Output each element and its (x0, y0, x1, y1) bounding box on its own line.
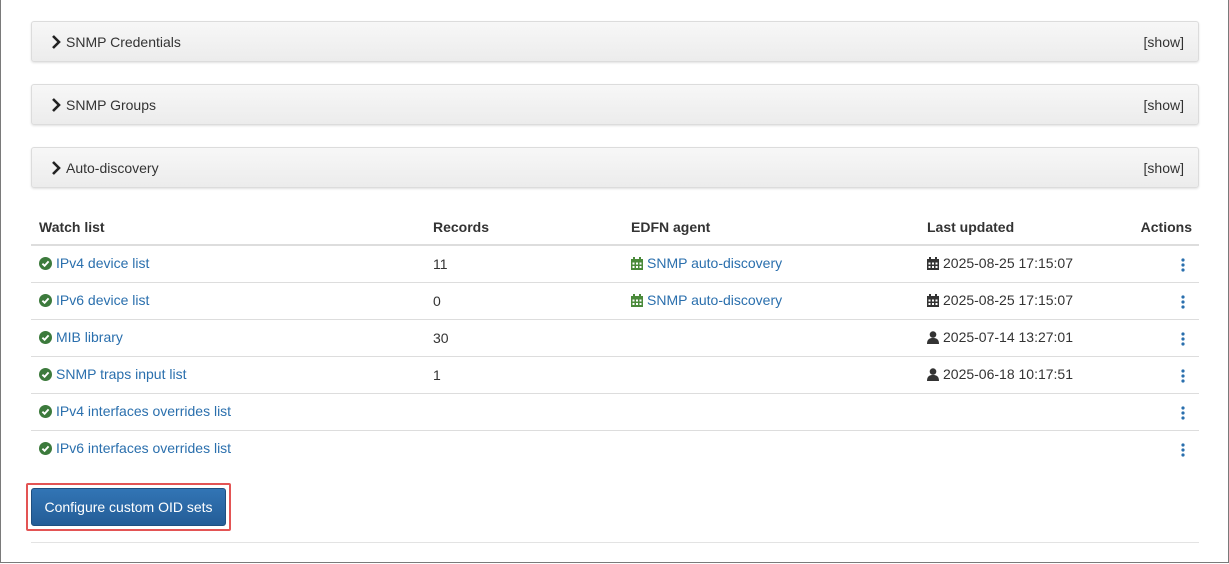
cell-records (425, 430, 623, 467)
table-header-row: Watch list Records EDFN agent Last updat… (31, 209, 1199, 246)
user-icon (927, 367, 939, 384)
last-updated-text: 2025-06-18 10:17:51 (943, 365, 1073, 382)
cell-actions (1119, 282, 1199, 320)
cell-records: 30 (425, 319, 623, 357)
cell-edfn-agent: SNMP auto-discovery (623, 245, 919, 283)
cell-records: 0 (425, 282, 623, 320)
panel-title: Auto-discovery (66, 160, 159, 176)
cell-last-updated (919, 393, 1119, 431)
cell-last-updated: 2025-07-14 13:27:01 (919, 319, 1119, 357)
cell-records: 1 (425, 356, 623, 394)
cell-last-updated: 2025-08-25 17:15:07 (919, 245, 1119, 283)
watch-list-link[interactable]: IPv6 device list (56, 292, 149, 308)
check-circle-icon (39, 367, 52, 384)
table-row: MIB library 30 2025-07-14 13:27:01 (31, 319, 1199, 357)
watch-list-link[interactable]: IPv4 device list (56, 255, 149, 271)
last-updated-text: 2025-08-25 17:15:07 (943, 291, 1073, 308)
cell-edfn-agent (623, 430, 919, 467)
cell-last-updated: 2025-08-25 17:15:07 (919, 282, 1119, 320)
table-row: IPv6 interfaces overrides list (31, 430, 1199, 467)
chevron-right-icon (52, 161, 61, 175)
check-circle-icon (39, 441, 52, 458)
cell-watch-list: IPv6 device list (31, 282, 425, 320)
divider (31, 542, 1199, 543)
kebab-menu-icon[interactable] (1179, 256, 1187, 272)
last-updated-text: 2025-07-14 13:27:01 (943, 328, 1073, 345)
watch-list-table: Watch list Records EDFN agent Last updat… (31, 209, 1199, 467)
check-circle-icon (39, 293, 52, 310)
kebab-menu-icon[interactable] (1179, 292, 1187, 309)
panel-snmp-credentials[interactable]: SNMP Credentials [show] (31, 21, 1199, 62)
last-updated-text: 2025-08-25 17:15:07 (943, 254, 1073, 271)
cell-actions (1119, 356, 1199, 394)
check-circle-icon (39, 330, 52, 347)
cell-last-updated: 2025-06-18 10:17:51 (919, 356, 1119, 394)
cell-actions (1119, 319, 1199, 357)
cell-last-updated (919, 430, 1119, 467)
watch-list-link[interactable]: IPv4 interfaces overrides list (56, 403, 231, 419)
watch-list-link[interactable]: MIB library (56, 329, 123, 345)
cell-edfn-agent (623, 393, 919, 431)
edfn-agent-link[interactable]: SNMP auto-discovery (647, 255, 782, 271)
kebab-menu-icon[interactable] (1179, 441, 1187, 457)
panel-show-toggle[interactable]: [show] (1144, 97, 1184, 113)
kebab-menu-icon[interactable] (1179, 403, 1187, 420)
kebab-menu-icon[interactable] (1179, 329, 1187, 346)
table-row: IPv4 device list 11 SNMP auto-discovery 202… (31, 245, 1199, 283)
cell-edfn-agent (623, 356, 919, 394)
panel-auto-discovery[interactable]: Auto-discovery [show] (31, 147, 1199, 188)
header-last-updated: Last updated (919, 209, 1119, 246)
panel-title: SNMP Groups (66, 97, 156, 113)
edfn-agent-link[interactable]: SNMP auto-discovery (647, 292, 782, 308)
cell-actions (1119, 245, 1199, 283)
header-watch-list: Watch list (31, 209, 425, 246)
cell-watch-list: IPv4 device list (31, 245, 425, 283)
table-row: IPv6 device list 0 SNMP auto-discovery 2025… (31, 282, 1199, 320)
kebab-menu-icon[interactable] (1179, 366, 1187, 383)
cell-watch-list: IPv4 interfaces overrides list (31, 393, 425, 431)
highlight-box: Configure custom OID sets (26, 483, 231, 531)
chevron-right-icon (52, 35, 61, 49)
table-row: IPv4 interfaces overrides list (31, 393, 1199, 431)
cell-edfn-agent (623, 319, 919, 357)
configure-custom-oid-sets-button[interactable]: Configure custom OID sets (31, 488, 226, 526)
header-actions: Actions (1119, 209, 1199, 246)
panel-show-toggle[interactable]: [show] (1144, 34, 1184, 50)
cell-actions (1119, 393, 1199, 431)
user-icon (927, 330, 939, 347)
calendar-icon (927, 293, 939, 310)
cell-actions (1119, 430, 1199, 467)
panel-snmp-groups[interactable]: SNMP Groups [show] (31, 84, 1199, 125)
panel-title: SNMP Credentials (66, 34, 181, 50)
table-row: SNMP traps input list 1 2025-06-18 10:17:5… (31, 356, 1199, 394)
header-edfn-agent: EDFN agent (623, 209, 919, 246)
check-circle-icon (39, 256, 52, 273)
calendar-icon (631, 256, 643, 273)
watch-list-link[interactable]: IPv6 interfaces overrides list (56, 440, 231, 456)
panel-show-toggle[interactable]: [show] (1144, 160, 1184, 176)
cell-edfn-agent: SNMP auto-discovery (623, 282, 919, 320)
calendar-icon (927, 256, 939, 273)
cell-records: 11 (425, 245, 623, 283)
cell-watch-list: MIB library (31, 319, 425, 357)
chevron-right-icon (52, 98, 61, 112)
header-records: Records (425, 209, 623, 246)
cell-watch-list: IPv6 interfaces overrides list (31, 430, 425, 467)
watch-list-link[interactable]: SNMP traps input list (56, 366, 186, 382)
cell-watch-list: SNMP traps input list (31, 356, 425, 394)
calendar-icon (631, 293, 643, 310)
check-circle-icon (39, 404, 52, 421)
cell-records (425, 393, 623, 431)
